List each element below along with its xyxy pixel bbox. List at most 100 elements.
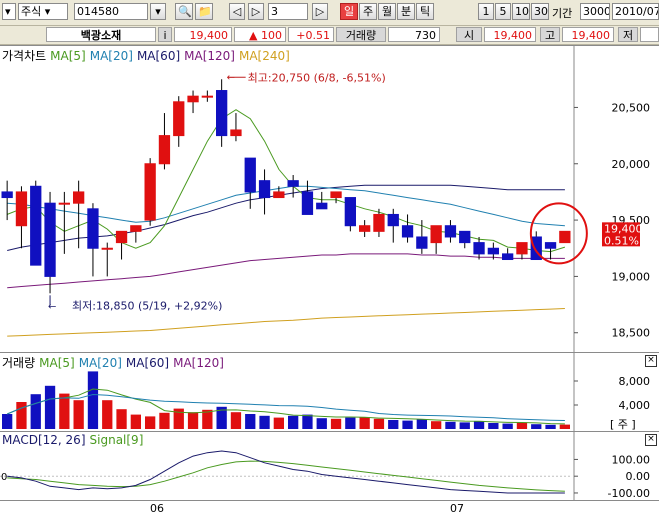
highlight-circle	[529, 202, 588, 265]
price-pane: 가격차트 MA[5] MA[20] MA[60] MA[120] MA[240] 20,5…	[0, 45, 659, 352]
candle-body	[73, 191, 85, 204]
volume-tick-label: 4,000	[619, 399, 651, 412]
candle-body	[430, 225, 442, 244]
volume-bar	[402, 420, 413, 429]
num-30-button[interactable]: 30	[531, 3, 549, 20]
candle-body	[30, 185, 42, 266]
code-dropdown-button[interactable]: ▾	[150, 3, 166, 20]
macd-tick-label: 0.00	[626, 470, 651, 483]
candle-body	[459, 230, 471, 244]
volume-bar	[273, 417, 284, 429]
price-tick-label: 20,500	[612, 101, 651, 114]
volume-label: 거래량	[336, 27, 386, 42]
date-input[interactable]: 2010/07/	[612, 3, 659, 20]
candle-body	[287, 180, 299, 187]
count-value: 3	[271, 5, 278, 18]
volume-bar	[345, 417, 356, 429]
ma240-line	[7, 308, 565, 337]
ma120-line	[7, 253, 565, 289]
code-input-value: 014580	[77, 5, 119, 18]
candle-body	[144, 163, 156, 221]
x-label-07: 07	[450, 502, 464, 515]
search-button[interactable]: 🔍	[175, 3, 193, 20]
volume-bar	[473, 421, 485, 429]
quote-bar: 백광소재 i 19,400 ▲ 100 +0.51 거래량 730 시 19,4…	[0, 26, 659, 45]
forward-button[interactable]: ▷	[312, 3, 328, 20]
folder-icon[interactable]: 📁	[195, 3, 213, 20]
candle-body	[359, 225, 371, 232]
candle-body	[273, 191, 285, 199]
open-value: 19,400	[484, 27, 536, 42]
volume-bar	[30, 394, 41, 429]
price-tick-label: 18,500	[612, 327, 651, 340]
volume-bar	[388, 420, 399, 429]
candle-body	[216, 90, 228, 137]
candle-body	[416, 236, 428, 249]
macd-tick-label: 100.00	[612, 453, 651, 466]
num-1-button[interactable]: 1	[478, 3, 494, 20]
price-tick-label: 20,000	[612, 158, 651, 171]
code-input[interactable]: 014580	[74, 3, 148, 20]
period-input[interactable]: 3000	[580, 3, 610, 20]
candle-body	[158, 135, 171, 165]
market-select-value: 주식	[21, 5, 42, 18]
num-5-button[interactable]: 5	[495, 3, 511, 20]
current-price: 19,400	[174, 27, 232, 42]
candle-body	[130, 225, 142, 232]
candle-body	[187, 95, 199, 103]
volume-chart[interactable]: 8,000 4,000	[0, 353, 659, 431]
volume-bar	[16, 402, 27, 429]
price-rate: +0.51	[288, 27, 334, 42]
volume-value: 730	[388, 27, 440, 42]
volume-bar	[516, 422, 528, 429]
volume-bar	[302, 414, 313, 429]
high-arrow-head: ←	[227, 72, 235, 83]
volume-bar	[545, 424, 556, 429]
toolbar: ▾ 주식 ▾ 014580 ▾ 🔍 📁 ◁ ▷ 3 ▷ 일 주 월 분 틱 1 …	[0, 0, 659, 26]
price-chart[interactable]: 20,50020,00019,50019,00018,500← 최고:20,750…	[0, 46, 659, 352]
stock-name: 백광소재	[46, 27, 156, 42]
candle-body	[101, 247, 113, 250]
period-tick-tab[interactable]: 틱	[416, 3, 434, 20]
high-note: 최고:20,750 (6/8, -6,51%)	[248, 71, 386, 84]
count-select[interactable]: 3	[268, 3, 308, 20]
period-minute-tab[interactable]: 분	[397, 3, 415, 20]
candle-body	[1, 191, 13, 199]
candle-body	[201, 95, 213, 98]
macd-chart[interactable]: 100.00 0.00 -100.00 0	[0, 432, 659, 500]
volume-bar	[431, 421, 442, 429]
volume-bar	[316, 418, 327, 429]
info-button[interactable]: i	[158, 27, 172, 42]
next-button[interactable]: ▷	[248, 3, 264, 20]
period-day-tab[interactable]: 일	[340, 3, 358, 20]
volume-tick-label: 8,000	[619, 375, 651, 388]
period-label: 기간	[552, 7, 573, 20]
candle-body	[258, 180, 271, 199]
candle-body	[58, 202, 70, 205]
candle-body	[344, 197, 356, 227]
x-label-06: 06	[150, 502, 164, 515]
market-select[interactable]: 주식 ▾	[18, 3, 68, 20]
candle-body	[502, 253, 514, 261]
candle-body	[473, 242, 485, 255]
volume-bar	[488, 423, 499, 429]
volume-bar	[87, 371, 99, 429]
candle-body	[115, 230, 128, 244]
candle-body	[44, 202, 56, 277]
candle-body	[316, 202, 328, 210]
period-month-tab[interactable]: 월	[378, 3, 396, 20]
menu-icon[interactable]: ▾	[2, 3, 16, 20]
x-axis: 06 07	[0, 500, 659, 517]
macd-left-tick: 0	[1, 472, 7, 483]
prev-button[interactable]: ◁	[229, 3, 245, 20]
num-10-button[interactable]: 10	[512, 3, 530, 20]
candle-body	[401, 225, 414, 238]
candle-body	[87, 208, 99, 249]
volume-bar	[445, 421, 456, 429]
period-week-tab[interactable]: 주	[359, 3, 377, 20]
volume-bar	[359, 417, 370, 429]
candle-body	[487, 247, 499, 255]
volume-bar	[373, 418, 385, 429]
volume-bar	[130, 414, 141, 429]
volume-bar	[2, 414, 13, 429]
